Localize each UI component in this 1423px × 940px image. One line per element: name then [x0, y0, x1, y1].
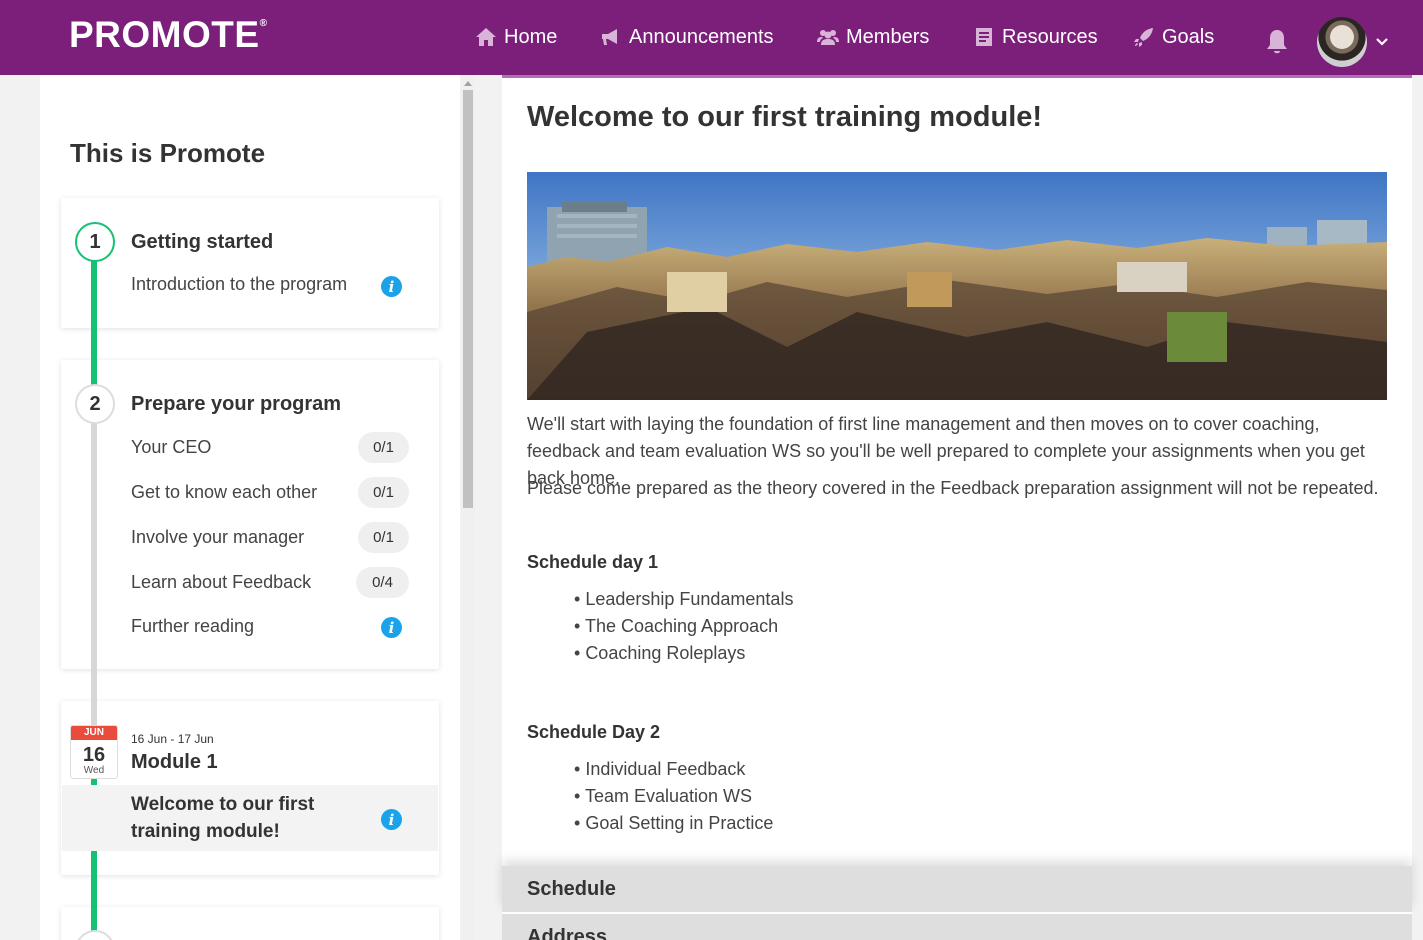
schedule-day-1-heading: Schedule day 1 — [527, 552, 659, 572]
chevron-down-icon[interactable] — [1374, 34, 1390, 50]
calendar-date-icon: JUN 16 Wed — [70, 725, 118, 779]
info-icon[interactable]: i — [381, 276, 402, 297]
progress-badge: 0/4 — [356, 567, 409, 598]
scroll-up-arrow-icon[interactable] — [464, 81, 472, 86]
sidebar-title: This is Promote — [70, 138, 266, 168]
hero-image-city-panorama — [527, 172, 1387, 400]
module-heading[interactable]: Module 1 — [131, 751, 218, 774]
step-item-get-to-know[interactable]: Get to know each other — [131, 482, 317, 503]
module-item-welcome[interactable]: Welcome to our first training module! — [131, 791, 381, 845]
schedule-day-2-heading: Schedule Day 2 — [527, 722, 661, 742]
nav-members[interactable]: Members — [817, 24, 929, 50]
nav-announcements[interactable]: Announcements — [600, 24, 774, 50]
nav-goals[interactable]: Goals — [1133, 24, 1214, 50]
scrollbar-thumb[interactable] — [463, 90, 473, 508]
timeline-progress-line — [91, 258, 97, 388]
notifications-bell-icon[interactable] — [1264, 28, 1290, 56]
timeline-line — [91, 422, 97, 732]
next-step-card — [61, 907, 439, 940]
progress-badge: 0/1 — [358, 432, 409, 463]
nav-resources[interactable]: Resources — [973, 24, 1098, 50]
step-card-getting-started — [61, 198, 439, 328]
progress-badge: 0/1 — [358, 522, 409, 553]
step-item-involve-manager[interactable]: Involve your manager — [131, 527, 304, 548]
step-item-further-reading[interactable]: Further reading — [131, 616, 254, 637]
accordion-schedule[interactable]: Schedule — [502, 866, 1412, 912]
home-icon — [476, 28, 496, 46]
step-heading[interactable]: Getting started — [131, 231, 273, 254]
step-number-badge: 1 — [75, 222, 115, 262]
step-item-your-ceo[interactable]: Your CEO — [131, 437, 211, 458]
accordion-address[interactable]: Address — [502, 914, 1412, 940]
resources-icon — [976, 28, 992, 46]
preparation-note: Please come prepared as the theory cover… — [527, 478, 1379, 498]
info-icon[interactable]: i — [381, 617, 402, 638]
step-number-badge: 2 — [75, 384, 115, 424]
megaphone-icon — [602, 29, 617, 45]
list-item: • Goal Setting in Practice — [574, 813, 774, 833]
rocket-icon — [1134, 28, 1153, 47]
list-item: • The Coaching Approach — [574, 616, 779, 636]
list-item: • Team Evaluation WS — [574, 786, 753, 806]
info-icon[interactable]: i — [381, 809, 402, 830]
list-item: • Individual Feedback — [574, 759, 746, 779]
top-navigation-bar: PROMOTE® Home Announcements Members Reso… — [0, 0, 1423, 75]
step-heading[interactable]: Prepare your program — [131, 393, 341, 416]
list-item: • Coaching Roleplays — [574, 643, 746, 663]
nav-home[interactable]: Home — [475, 24, 557, 50]
module-dates: 16 Jun - 17 Jun — [131, 732, 214, 746]
user-avatar[interactable] — [1317, 17, 1367, 67]
step-item-learn-feedback[interactable]: Learn about Feedback — [131, 572, 311, 593]
list-item: • Leadership Fundamentals — [574, 589, 794, 609]
step-item-introduction[interactable]: Introduction to the program — [131, 274, 347, 295]
members-icon — [817, 30, 839, 45]
page-title: Welcome to our first training module! — [527, 101, 1043, 133]
sidebar-scrollbar[interactable] — [461, 75, 475, 940]
promote-logo[interactable]: PROMOTE® — [69, 14, 267, 56]
progress-badge: 0/1 — [358, 477, 409, 508]
